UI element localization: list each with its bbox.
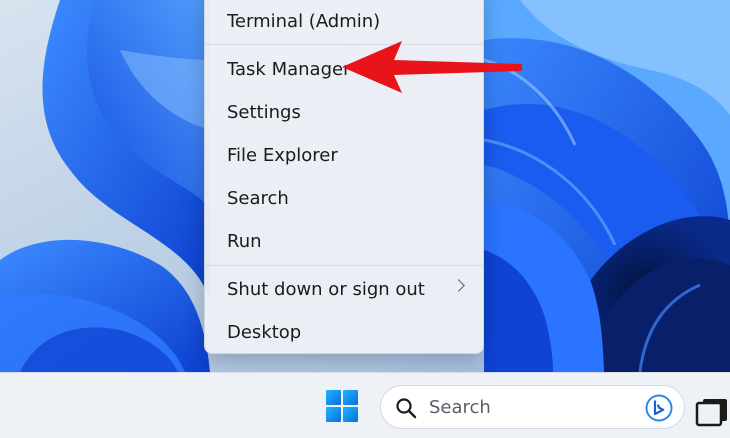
menu-item-search[interactable]: Search — [211, 179, 477, 217]
menu-item-label: File Explorer — [227, 144, 338, 166]
search-icon — [396, 398, 417, 419]
bing-icon[interactable] — [645, 394, 673, 422]
menu-item-label: Task Manager — [227, 58, 351, 80]
menu-item-label: Run — [227, 230, 262, 252]
start-button[interactable] — [325, 389, 359, 423]
menu-item-label: Shut down or sign out — [227, 278, 425, 300]
menu-separator — [205, 265, 483, 266]
chevron-right-icon — [452, 279, 465, 292]
taskbar: Search — [0, 372, 730, 438]
menu-item-shut-down[interactable]: Shut down or sign out — [211, 270, 477, 308]
menu-item-file-explorer[interactable]: File Explorer — [211, 136, 477, 174]
menu-item-terminal-admin[interactable]: Terminal (Admin) — [211, 2, 477, 40]
task-view-icon[interactable] — [694, 393, 730, 429]
red-arrow-annotation — [342, 41, 522, 93]
search-placeholder: Search — [429, 397, 491, 418]
menu-item-label: Settings — [227, 101, 301, 123]
menu-item-desktop[interactable]: Desktop — [211, 313, 477, 351]
menu-item-label: Search — [227, 187, 289, 209]
windows-logo-icon — [326, 390, 358, 422]
menu-item-settings[interactable]: Settings — [211, 93, 477, 131]
taskbar-search-box[interactable]: Search — [380, 385, 685, 429]
menu-item-label: Terminal (Admin) — [227, 10, 381, 32]
menu-item-label: Desktop — [227, 321, 302, 343]
menu-item-run[interactable]: Run — [211, 222, 477, 260]
